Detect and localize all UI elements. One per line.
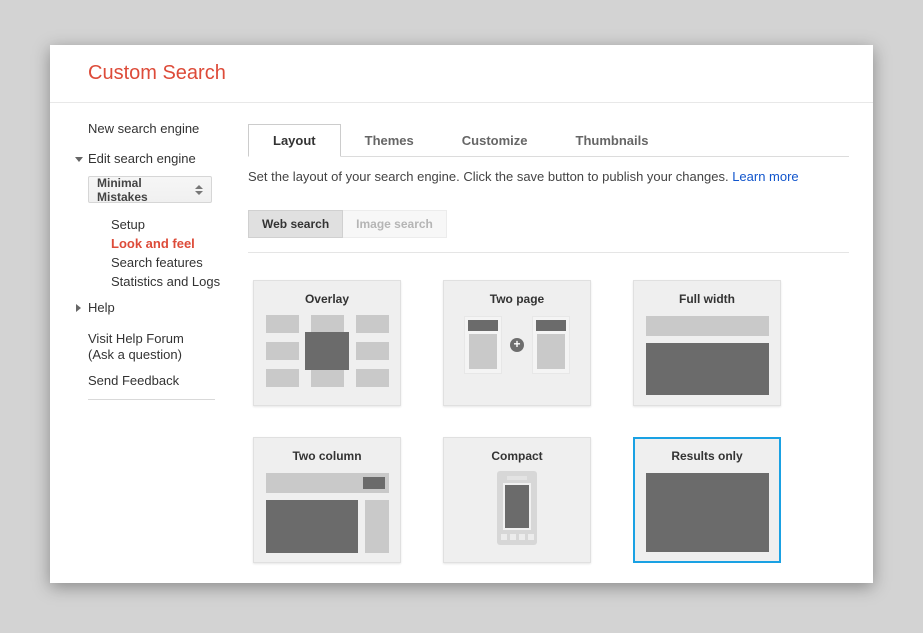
- engine-select-value: Minimal Mistakes: [97, 176, 195, 204]
- search-type-toggle: Web search Image search: [248, 210, 849, 238]
- select-spinner-icon: [195, 185, 203, 195]
- plus-icon: +: [510, 338, 524, 352]
- sidebar-item-new-search-engine[interactable]: New search engine: [88, 120, 248, 138]
- results-only-layout-thumbnail: [646, 473, 769, 552]
- ask-a-question-label: (Ask a question): [88, 347, 248, 363]
- sidebar-submenu: Setup Look and feel Search features Stat…: [88, 215, 248, 291]
- custom-search-panel: Custom Search New search engine Edit sea…: [50, 45, 873, 583]
- tab-thumbnails[interactable]: Thumbnails: [552, 125, 673, 156]
- help-label: Help: [88, 300, 115, 315]
- sidebar-divider: [88, 399, 215, 400]
- sidebar-item-send-feedback[interactable]: Send Feedback: [88, 373, 248, 389]
- sidebar-item-look-and-feel[interactable]: Look and feel: [111, 234, 248, 253]
- layout-card-compact[interactable]: Compact: [443, 437, 591, 563]
- sidebar: New search engine Edit search engine Min…: [50, 103, 248, 563]
- layout-card-overlay[interactable]: Overlay: [253, 280, 401, 406]
- chevron-down-icon: [75, 157, 83, 162]
- page-title: Custom Search: [88, 62, 226, 85]
- sidebar-item-setup[interactable]: Setup: [111, 215, 248, 234]
- new-search-engine-label: New search engine: [88, 121, 199, 136]
- sidebar-item-edit-search-engine[interactable]: Edit search engine: [88, 150, 248, 168]
- tab-customize[interactable]: Customize: [438, 125, 552, 156]
- layout-card-title: Two page: [444, 292, 590, 306]
- section-divider: [248, 252, 849, 253]
- full-width-layout-thumbnail: [646, 316, 769, 395]
- tab-strip: Layout Themes Customize Thumbnails: [248, 124, 849, 157]
- description-text: Set the layout of your search engine. Cl…: [248, 169, 732, 184]
- layout-card-title: Two column: [254, 449, 400, 463]
- layout-options-grid: Overlay Two page +: [253, 280, 849, 563]
- layout-card-full-width[interactable]: Full width: [633, 280, 781, 406]
- layout-card-results-only[interactable]: Results only: [633, 437, 781, 563]
- two-page-layout-thumbnail: +: [444, 316, 590, 374]
- sidebar-item-statistics-and-logs[interactable]: Statistics and Logs: [111, 272, 248, 291]
- compact-layout-thumbnail: [497, 471, 537, 545]
- sidebar-item-help[interactable]: Help: [88, 299, 248, 317]
- engine-select[interactable]: Minimal Mistakes: [88, 176, 212, 203]
- layout-card-title: Compact: [444, 449, 590, 463]
- chevron-right-icon: [76, 304, 81, 312]
- layout-card-two-column[interactable]: Two column: [253, 437, 401, 563]
- edit-search-engine-label: Edit search engine: [88, 151, 196, 166]
- app-header: Custom Search: [50, 45, 873, 103]
- layout-card-title: Results only: [635, 449, 779, 463]
- layout-card-title: Full width: [634, 292, 780, 306]
- layout-card-two-page[interactable]: Two page +: [443, 280, 591, 406]
- visit-help-forum-label: Visit Help Forum: [88, 331, 248, 347]
- sidebar-item-visit-help-forum[interactable]: Visit Help Forum (Ask a question): [88, 331, 248, 363]
- tab-themes[interactable]: Themes: [341, 125, 438, 156]
- tab-layout[interactable]: Layout: [248, 124, 341, 157]
- send-feedback-label: Send Feedback: [88, 373, 179, 388]
- sidebar-item-search-features[interactable]: Search features: [111, 253, 248, 272]
- learn-more-link[interactable]: Learn more: [732, 169, 798, 184]
- two-column-layout-thumbnail: [266, 473, 389, 553]
- content-area: Layout Themes Customize Thumbnails Set t…: [248, 103, 873, 563]
- layout-description: Set the layout of your search engine. Cl…: [248, 169, 849, 184]
- image-search-button[interactable]: Image search: [343, 210, 447, 238]
- web-search-button[interactable]: Web search: [248, 210, 343, 238]
- overlay-layout-thumbnail: [266, 315, 389, 387]
- layout-card-title: Overlay: [254, 292, 400, 306]
